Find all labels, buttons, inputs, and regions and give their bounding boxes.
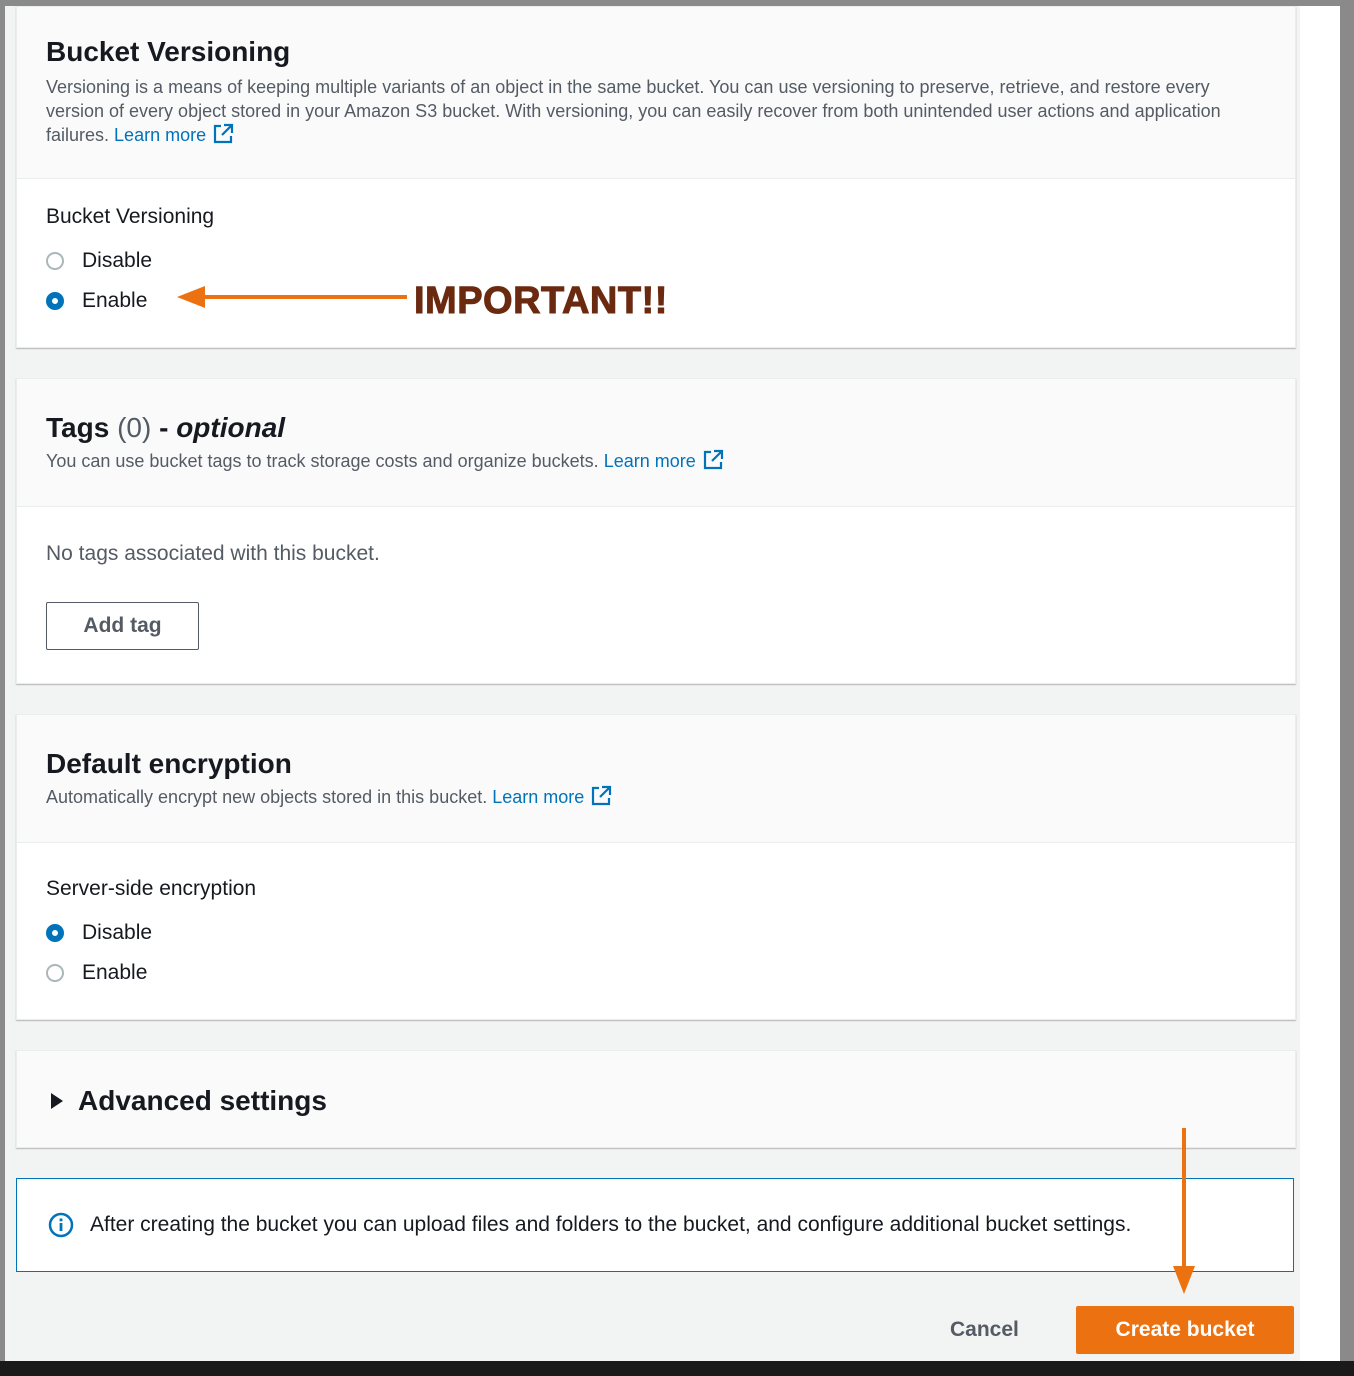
external-link-icon <box>592 785 612 806</box>
tags-description-text: You can use bucket tags to track storage… <box>46 451 599 471</box>
info-icon <box>48 1212 74 1238</box>
encryption-learn-more-link[interactable]: Learn more <box>492 785 612 807</box>
tags-panel: Tags (0) - optional You can use bucket t… <box>16 378 1296 684</box>
radio-label: Enable <box>82 289 148 312</box>
versioning-description: Versioning is a means of keeping multipl… <box>46 75 1266 147</box>
page-frame: Bucket Versioning Versioning is a means … <box>5 6 1340 1361</box>
advanced-settings-toggle[interactable]: Advanced settings <box>50 1085 327 1117</box>
tags-title-text: Tags <box>46 412 110 443</box>
tags-empty-label: No tags associated with this bucket. <box>46 542 380 565</box>
annotation-important: IMPORTANT!! <box>414 280 668 323</box>
radio-label: Disable <box>82 249 153 272</box>
annotation-arrow-left <box>177 286 407 308</box>
learn-more-label: Learn more <box>492 787 585 807</box>
learn-more-label: Learn more <box>603 451 696 471</box>
versioning-option-disable[interactable]: Disable <box>46 241 1266 281</box>
versioning-title: Bucket Versioning <box>46 36 291 67</box>
versioning-header: Bucket Versioning Versioning is a means … <box>17 7 1295 179</box>
tags-dash: - <box>159 412 169 443</box>
tags-learn-more-link[interactable]: Learn more <box>603 449 724 471</box>
encryption-panel: Default encryption Automatically encrypt… <box>16 714 1296 1020</box>
radio-label: Disable <box>82 921 153 944</box>
tags-title: Tags (0) - optional <box>46 411 1266 445</box>
tags-header: Tags (0) - optional You can use bucket t… <box>17 379 1295 507</box>
radio-selected[interactable] <box>46 292 64 310</box>
add-tag-button[interactable]: Add tag <box>46 602 199 650</box>
radio-unselected[interactable] <box>46 964 64 982</box>
encryption-radio-group: Disable Enable <box>46 913 1266 993</box>
encryption-option-enable[interactable]: Enable <box>46 953 1266 993</box>
encryption-description-text: Automatically encrypt new objects stored… <box>46 787 488 807</box>
advanced-settings-panel[interactable]: Advanced settings <box>16 1050 1296 1148</box>
info-text: After creating the bucket you can upload… <box>90 1213 1132 1236</box>
annotation-arrow-down <box>1173 1128 1195 1294</box>
versioning-learn-more-link[interactable]: Learn more <box>114 123 234 145</box>
radio-selected[interactable] <box>46 924 64 942</box>
tags-optional: optional <box>176 412 286 443</box>
create-bucket-button[interactable]: Create bucket <box>1076 1306 1294 1354</box>
cancel-button[interactable]: Cancel <box>950 1306 1019 1354</box>
caret-right-icon <box>51 1093 63 1109</box>
advanced-settings-title: Advanced settings <box>78 1085 327 1116</box>
scroll-gutter <box>1300 6 1340 1361</box>
radio-label: Enable <box>82 961 148 984</box>
learn-more-label: Learn more <box>114 125 207 145</box>
encryption-body: Server-side encryption Disable Enable <box>17 843 1295 993</box>
external-link-icon <box>703 449 723 470</box>
tags-empty-text: No tags associated with this bucket. <box>46 542 380 566</box>
radio-unselected[interactable] <box>46 252 64 270</box>
tags-description: You can use bucket tags to track storage… <box>46 449 1266 473</box>
encryption-header: Default encryption Automatically encrypt… <box>17 715 1295 843</box>
encryption-description: Automatically encrypt new objects stored… <box>46 785 1266 809</box>
window-bottom-edge <box>0 1361 1354 1376</box>
encryption-field-label: Server-side encryption <box>46 877 257 900</box>
versioning-field-label: Bucket Versioning <box>46 205 215 228</box>
encryption-option-disable[interactable]: Disable <box>46 913 1266 953</box>
encryption-title: Default encryption <box>46 748 292 779</box>
info-alert: After creating the bucket you can upload… <box>16 1178 1294 1272</box>
tags-count: (0) <box>117 412 152 443</box>
external-link-icon <box>214 123 234 144</box>
